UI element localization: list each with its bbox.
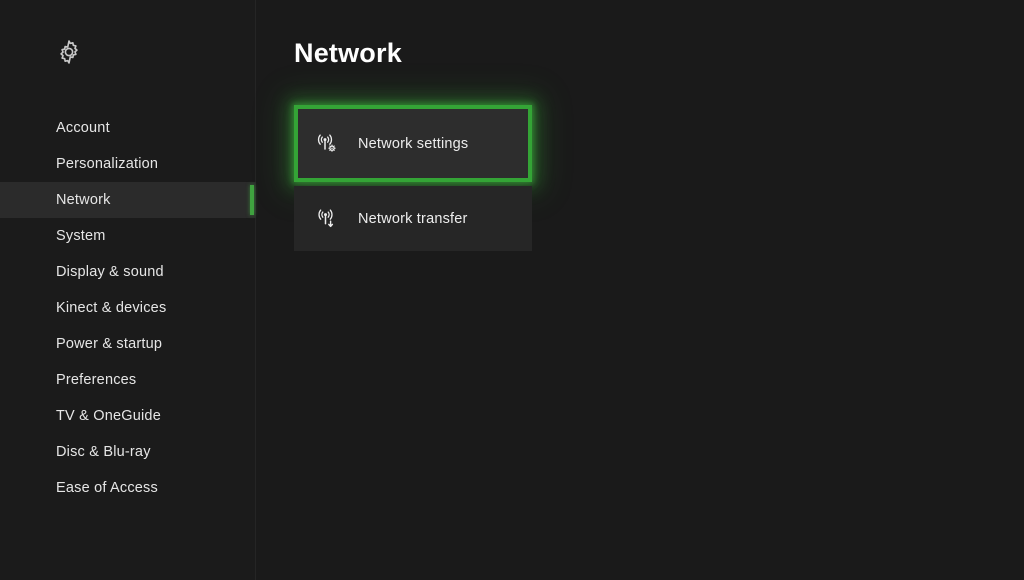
settings-screen: Account Personalization Network System D… [0,0,1024,580]
sidebar-item-label: Power & startup [56,335,163,352]
sidebar-item-label: System [56,227,106,244]
tile-label: Network transfer [358,210,468,227]
tile-list: Network settings Network transfer [294,105,532,255]
gear-icon[interactable] [55,38,83,66]
sidebar-item-label: Ease of Access [56,479,158,496]
sidebar-item-label: Personalization [56,155,159,172]
sidebar-item-disc-and-bluray[interactable]: Disc & Blu-ray [0,434,256,470]
tile-network-settings[interactable]: Network settings [294,105,532,182]
wireless-tower-gear-icon [304,131,350,157]
sidebar-item-system[interactable]: System [0,218,256,254]
wireless-tower-download-icon [304,206,350,232]
sidebar-item-label: Preferences [56,371,137,388]
sidebar-item-personalization[interactable]: Personalization [0,146,256,182]
page-title: Network [294,38,402,68]
sidebar-item-label: Account [56,119,110,136]
sidebar-item-label: Network [56,191,111,208]
sidebar-item-ease-of-access[interactable]: Ease of Access [0,470,256,506]
sidebar-item-power-and-startup[interactable]: Power & startup [0,326,256,362]
sidebar-item-network[interactable]: Network [0,182,256,218]
sidebar-item-kinect-and-devices[interactable]: Kinect & devices [0,290,256,326]
sidebar-item-tv-and-oneguide[interactable]: TV & OneGuide [0,398,256,434]
main-content: Network Network settings Network transfe… [256,0,1024,580]
sidebar-nav: Account Personalization Network System D… [0,110,256,506]
tile-network-transfer[interactable]: Network transfer [294,186,532,251]
sidebar-item-label: Display & sound [56,263,164,280]
tile-label: Network settings [358,135,469,152]
sidebar-item-display-and-sound[interactable]: Display & sound [0,254,256,290]
sidebar-item-label: Disc & Blu-ray [56,443,151,460]
sidebar-item-account[interactable]: Account [0,110,256,146]
sidebar: Account Personalization Network System D… [0,0,256,580]
sidebar-item-label: Kinect & devices [56,299,167,316]
sidebar-item-label: TV & OneGuide [56,407,161,424]
sidebar-item-preferences[interactable]: Preferences [0,362,256,398]
